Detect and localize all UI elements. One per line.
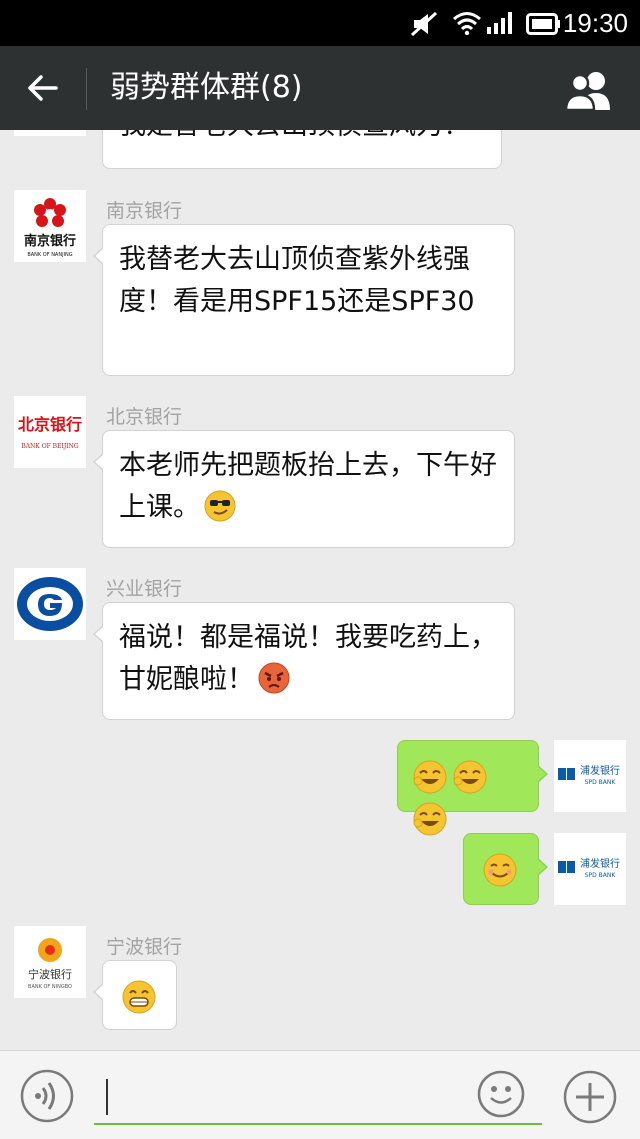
svg-text:BANK OF NINGBO: BANK OF NINGBO — [28, 984, 72, 990]
text-cursor — [106, 1079, 108, 1115]
svg-text:BANK OF NANJING: BANK OF NANJING — [27, 252, 72, 258]
clock: 19:30 — [562, 8, 628, 38]
self-message-bubble[interactable] — [397, 740, 548, 835]
status-bar: 19:30 — [0, 0, 640, 46]
laugh-emoji-icon — [413, 760, 447, 793]
avatar-spd-bank[interactable]: 浦发银行 SPD BANK — [554, 833, 626, 905]
ningbo-bank-logo-icon: 宁波银行 BANK OF NINGBO — [28, 938, 72, 990]
avatar-industrial-bank[interactable] — [14, 568, 86, 640]
svg-text:南京银行: 南京银行 — [24, 233, 76, 249]
avatar[interactable] — [14, 130, 86, 136]
message-bubble[interactable]: 本老师先把题板抬上去，下午好上课。 — [93, 430, 515, 548]
svg-text:SPD BANK: SPD BANK — [585, 872, 617, 879]
spd-bank-logo-icon: 浦发银行 SPD BANK — [558, 857, 620, 879]
message-bubble[interactable]: 我替老大去山顶侦查紫外线强度！看是用SPF15还是SPF30 — [93, 224, 515, 376]
message-text: 我是替老大去山顶侦查风力！ — [119, 130, 470, 141]
message-text: 福说！都是福说！我要吃药上，甘妮酿啦！ — [119, 622, 497, 695]
voice-input-icon[interactable] — [20, 1069, 74, 1123]
group-members-icon[interactable] — [562, 70, 616, 110]
chat-area[interactable]: 我是替老大去山顶侦查风力！ 南京银行 BANK OF NANJING 南京银行 … — [0, 130, 640, 1050]
message-text: 本老师先把题板抬上去，下午好上课。 — [119, 450, 497, 523]
title-divider — [86, 68, 87, 110]
wifi-icon — [453, 12, 481, 35]
title-bar: 弱势群体群(8) — [0, 46, 640, 130]
message-bubble[interactable] — [93, 960, 177, 1030]
back-arrow-icon[interactable] — [26, 72, 58, 104]
sender-name: 宁波银行 — [106, 936, 183, 958]
message-bubble[interactable]: 我是替老大去山顶侦查风力！ — [102, 130, 502, 169]
svg-text:北京银行: 北京银行 — [18, 415, 82, 434]
svg-text:浦发银行: 浦发银行 — [580, 857, 620, 870]
svg-text:SPD BANK: SPD BANK — [585, 779, 617, 786]
beijing-bank-logo-icon: 北京银行 BANK OF BEIJING — [18, 415, 82, 450]
avatar-beijing-bank[interactable]: 北京银行 BANK OF BEIJING — [14, 396, 86, 468]
sender-name: 北京银行 — [106, 406, 183, 428]
message-input[interactable] — [94, 1073, 542, 1125]
signal-icon — [487, 12, 512, 34]
industrial-bank-logo-icon — [17, 577, 83, 631]
mute-icon — [410, 11, 438, 37]
svg-text:BANK OF BEIJING: BANK OF BEIJING — [21, 443, 79, 450]
laugh-emoji-icon — [413, 802, 447, 835]
emoji-picker-icon[interactable] — [476, 1069, 526, 1119]
self-message-bubble[interactable] — [463, 833, 548, 905]
message-input-bar — [0, 1050, 640, 1139]
smile-emoji-icon — [483, 853, 517, 886]
avatar-nanjing-bank[interactable]: 南京银行 BANK OF NANJING — [14, 190, 86, 262]
sunglasses-emoji-icon — [204, 490, 236, 522]
svg-text:浦发银行: 浦发银行 — [580, 764, 620, 777]
spd-bank-logo-icon: 浦发银行 SPD BANK — [558, 764, 620, 786]
svg-text:宁波银行: 宁波银行 — [28, 967, 72, 981]
battery-icon — [526, 13, 560, 35]
avatar-spd-bank[interactable]: 浦发银行 SPD BANK — [554, 740, 626, 812]
avatar-ningbo-bank[interactable]: 宁波银行 BANK OF NINGBO — [14, 926, 86, 998]
angry-emoji-icon — [258, 662, 290, 694]
page-title: 弱势群体群(8) — [110, 70, 303, 105]
message-text: 我替老大去山顶侦查紫外线强度！看是用SPF15还是SPF30 — [119, 244, 475, 317]
sender-name: 南京银行 — [106, 200, 183, 222]
message-bubble[interactable]: 福说！都是福说！我要吃药上，甘妮酿啦！ — [93, 602, 515, 720]
laugh-emoji-icon — [453, 760, 487, 793]
nanjing-bank-logo-icon: 南京银行 BANK OF NANJING — [24, 198, 76, 258]
sender-name: 兴业银行 — [106, 578, 183, 600]
plus-icon[interactable] — [562, 1069, 618, 1125]
grin-emoji-icon — [122, 980, 156, 1013]
